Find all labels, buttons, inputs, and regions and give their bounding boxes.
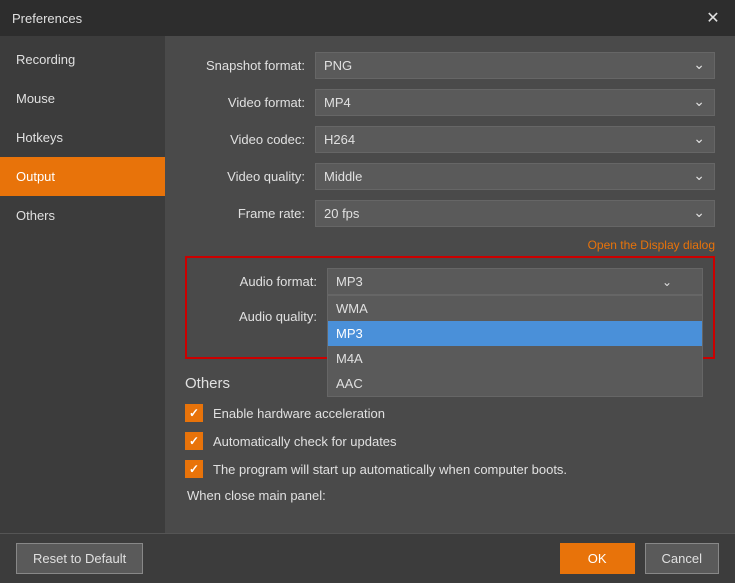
frame-rate-select-wrapper: 10 fps 15 fps 20 fps 30 fps 60 fps <box>315 200 715 227</box>
hardware-acceleration-label: Enable hardware acceleration <box>213 406 385 421</box>
sidebar-item-recording[interactable]: Recording <box>0 40 165 79</box>
video-quality-select[interactable]: Low Middle High <box>315 163 715 190</box>
snapshot-format-row: Snapshot format: PNG JPG BMP <box>185 52 715 79</box>
sidebar-item-others[interactable]: Others <box>0 196 165 235</box>
preferences-dialog: Preferences ✕ Recording Mouse Hotkeys Ou… <box>0 0 735 583</box>
dialog-title: Preferences <box>12 11 82 26</box>
sidebar: Recording Mouse Hotkeys Output Others <box>0 36 165 533</box>
video-format-label: Video format: <box>185 95 315 110</box>
checkmark-icon: ✓ <box>189 406 199 420</box>
snapshot-format-label: Snapshot format: <box>185 58 315 73</box>
open-display-dialog-link[interactable]: Open the Display dialog <box>588 238 715 252</box>
auto-start-checkbox[interactable]: ✓ <box>185 460 203 478</box>
audio-format-dropdown-list: WMA MP3 M4A AAC <box>327 295 703 397</box>
frame-rate-label: Frame rate: <box>185 206 315 221</box>
hardware-acceleration-checkbox[interactable]: ✓ <box>185 404 203 422</box>
auto-check-updates-row: ✓ Automatically check for updates <box>185 432 715 450</box>
hardware-acceleration-row: ✓ Enable hardware acceleration <box>185 404 715 422</box>
chevron-down-icon: ⌄ <box>662 275 672 289</box>
frame-rate-row: Frame rate: 10 fps 15 fps 20 fps 30 fps … <box>185 200 715 227</box>
audio-option-m4a[interactable]: M4A <box>328 346 702 371</box>
title-bar: Preferences ✕ <box>0 0 735 36</box>
when-close-label: When close main panel: <box>187 488 326 503</box>
video-quality-row: Video quality: Low Middle High <box>185 163 715 190</box>
auto-start-row: ✓ The program will start up automaticall… <box>185 460 715 478</box>
video-quality-label: Video quality: <box>185 169 315 184</box>
video-codec-select-wrapper: H264 H265 <box>315 126 715 153</box>
checkmark-icon: ✓ <box>189 434 199 448</box>
sidebar-item-mouse[interactable]: Mouse <box>0 79 165 118</box>
audio-option-wma[interactable]: WMA <box>328 296 702 321</box>
ok-button[interactable]: OK <box>560 543 635 574</box>
audio-format-label: Audio format: <box>197 274 327 289</box>
main-content: Snapshot format: PNG JPG BMP Video forma… <box>165 36 735 533</box>
content-area: Recording Mouse Hotkeys Output Others Sn… <box>0 36 735 533</box>
audio-format-value: MP3 <box>336 274 363 289</box>
audio-format-display[interactable]: MP3 ⌄ <box>327 268 703 295</box>
video-quality-select-wrapper: Low Middle High <box>315 163 715 190</box>
when-close-row: When close main panel: <box>185 488 715 503</box>
display-dialog-link-row: Open the Display dialog <box>185 237 715 252</box>
auto-check-updates-label: Automatically check for updates <box>213 434 397 449</box>
auto-start-label: The program will start up automatically … <box>213 462 567 477</box>
video-codec-label: Video codec: <box>185 132 315 147</box>
snapshot-format-select[interactable]: PNG JPG BMP <box>315 52 715 79</box>
audio-quality-label: Audio quality: <box>197 309 327 324</box>
audio-option-aac[interactable]: AAC <box>328 371 702 396</box>
audio-option-mp3[interactable]: MP3 <box>328 321 702 346</box>
audio-section: Audio format: MP3 ⌄ WMA MP3 M4A AAC <box>185 256 715 359</box>
checkmark-icon: ✓ <box>189 462 199 476</box>
reset-to-default-button[interactable]: Reset to Default <box>16 543 143 574</box>
video-codec-select[interactable]: H264 H265 <box>315 126 715 153</box>
footer: Reset to Default OK Cancel <box>0 533 735 583</box>
video-format-select-wrapper: MP4 AVI MOV <box>315 89 715 116</box>
video-format-select[interactable]: MP4 AVI MOV <box>315 89 715 116</box>
footer-right-buttons: OK Cancel <box>560 543 719 574</box>
video-format-row: Video format: MP4 AVI MOV <box>185 89 715 116</box>
sidebar-item-output[interactable]: Output <box>0 157 165 196</box>
sidebar-item-hotkeys[interactable]: Hotkeys <box>0 118 165 157</box>
close-button[interactable]: ✕ <box>703 8 723 28</box>
video-codec-row: Video codec: H264 H265 <box>185 126 715 153</box>
audio-format-dropdown[interactable]: MP3 ⌄ WMA MP3 M4A AAC <box>327 268 703 295</box>
snapshot-format-select-wrapper: PNG JPG BMP <box>315 52 715 79</box>
audio-format-row: Audio format: MP3 ⌄ WMA MP3 M4A AAC <box>197 268 703 295</box>
frame-rate-select[interactable]: 10 fps 15 fps 20 fps 30 fps 60 fps <box>315 200 715 227</box>
cancel-button[interactable]: Cancel <box>645 543 719 574</box>
auto-check-updates-checkbox[interactable]: ✓ <box>185 432 203 450</box>
